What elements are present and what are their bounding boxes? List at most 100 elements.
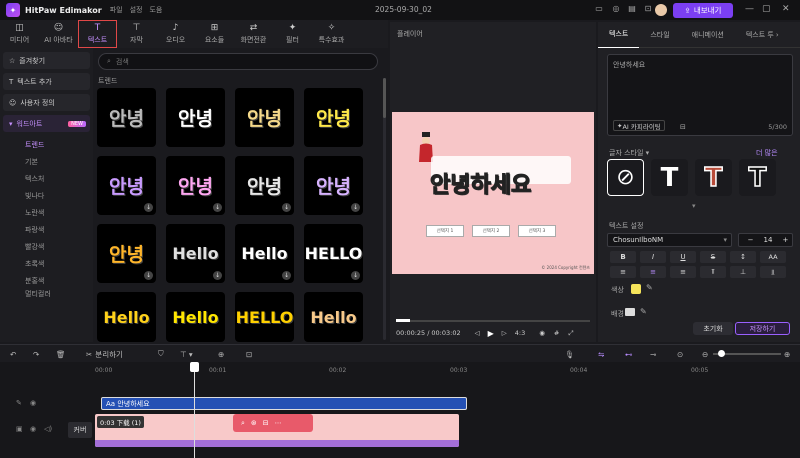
wordart-tile[interactable]: 안녕 (97, 88, 156, 147)
vertical-bottom-button[interactable]: ⫫ (760, 266, 786, 278)
time-ruler[interactable]: 00:00 00:01 00:02 00:03 00:04 00:05 (95, 364, 800, 374)
underline-button[interactable]: U (670, 251, 696, 263)
scrollbar-thumb[interactable] (383, 78, 386, 118)
crop-icon[interactable]: ⊡ (246, 348, 252, 360)
reset-button[interactable]: 초기화 (693, 322, 733, 335)
playback-progress-track[interactable] (396, 320, 590, 322)
wordart-tile[interactable]: 안녕 (304, 88, 363, 147)
wordart-tile[interactable]: 안녕 (235, 88, 294, 147)
nav-wordart[interactable]: ▾ 워드아트 NEW (3, 115, 90, 132)
download-icon[interactable]: ↓ (213, 203, 222, 212)
download-icon[interactable]: ↓ (282, 271, 291, 280)
wordart-tile[interactable]: HELLO ↓ (304, 224, 363, 283)
maximize-icon[interactable]: ▢ (762, 4, 771, 14)
prev-frame-icon[interactable]: ◁ (475, 329, 480, 337)
menu-settings[interactable]: 설정 (130, 5, 143, 15)
download-icon[interactable]: ↓ (144, 271, 153, 280)
preview-canvas[interactable]: 안녕하세요 선택지 1 선택지 2 선택지 3 © 2024 Copyright… (392, 112, 594, 274)
font-select[interactable]: ChosunIlboNM ▾ (607, 233, 732, 247)
wordart-tile[interactable]: Hello (166, 292, 225, 342)
wordart-tile[interactable]: Hello ↓ (166, 224, 225, 283)
wordart-tile[interactable]: 안녕 ↓ (97, 224, 156, 283)
tab-subtitle[interactable]: ⊤ 자막 (117, 20, 156, 48)
style-outline-black-button[interactable]: T (739, 159, 776, 196)
text-content-input[interactable]: 안녕하세요 ✦ AI 카피라이팅 ⊟ 5/300 (607, 54, 793, 136)
playhead[interactable] (194, 362, 195, 458)
italic-button[interactable]: I (640, 251, 666, 263)
align-left-button[interactable]: ≡ (610, 266, 636, 278)
freeze-icon[interactable]: ⊕ (218, 348, 224, 360)
timeline[interactable]: 00:00 00:01 00:02 00:03 00:04 00:05 ✎ ◉ … (0, 362, 800, 458)
uppercase-button[interactable]: AA (760, 251, 786, 263)
ai-copywriting-button[interactable]: ✦ AI 카피라이팅 (613, 120, 665, 131)
avatar[interactable] (655, 4, 667, 16)
tab-style[interactable]: 스타일 (639, 22, 680, 48)
snapshot-icon[interactable]: ◉ (539, 329, 545, 337)
wordart-tile[interactable]: HELLO (235, 292, 294, 342)
wordart-tile[interactable]: 안녕 (166, 88, 225, 147)
tab-text[interactable]: T 텍스트 (78, 20, 117, 48)
nav-sub-blue[interactable]: 파랑색 (3, 221, 90, 238)
bg-eyedropper-icon[interactable]: ✎ (640, 307, 647, 316)
marker-icon[interactable]: ⛉ (158, 348, 164, 360)
mic-icon[interactable]: 🎙 (565, 348, 575, 360)
eyedropper-icon[interactable]: ✎ (646, 283, 653, 292)
nav-sub-red[interactable]: 빨강색 (3, 238, 90, 255)
minus-icon[interactable]: − (748, 236, 754, 244)
menu-help[interactable]: 도움 (149, 5, 162, 15)
support-icon[interactable]: ◎ (610, 4, 622, 16)
nav-sub-pink[interactable]: 분홍색 (3, 272, 90, 289)
wordart-tile[interactable]: 안녕 ↓ (304, 156, 363, 215)
replace-icon[interactable]: ⊛ (251, 419, 257, 427)
download-icon[interactable]: ↓ (282, 203, 291, 212)
expand-styles-icon[interactable]: ▾ (692, 202, 696, 210)
tab-text-more[interactable]: 텍스트 투 (735, 22, 776, 48)
wordart-tile[interactable]: 안녕 ↓ (235, 156, 294, 215)
search-icon[interactable]: ⌕ (241, 419, 245, 428)
video-clip[interactable]: 0:03 下载 (1) ⌕ ⊛ ⊟ ⋯ (95, 414, 459, 447)
style-plain-button[interactable]: T (651, 159, 688, 196)
nav-sub-yellow[interactable]: 노란색 (3, 204, 90, 221)
tab-effects[interactable]: ✧ 특수효과 (312, 20, 351, 48)
nav-add-text[interactable]: T 텍스트 추가 (3, 73, 90, 90)
download-icon[interactable]: ↓ (351, 271, 360, 280)
wordart-tile[interactable]: Hello (97, 292, 156, 342)
track-eye-icon[interactable]: ◉ (30, 425, 36, 433)
nav-sub-multicolor[interactable]: 멀티컬러 (3, 289, 90, 299)
grid-icon[interactable]: # (554, 329, 559, 337)
fit-icon[interactable]: ⊙ (677, 348, 683, 360)
more-icon[interactable]: ⋯ (275, 419, 282, 427)
chain-icon[interactable]: ⊸ (650, 348, 656, 360)
tab-media[interactable]: ◫ 미디어 (0, 20, 39, 48)
color-swatch[interactable] (631, 284, 641, 294)
close-icon[interactable]: ✕ (782, 4, 790, 14)
choice-button-3[interactable]: 선택지 3 (518, 225, 556, 237)
monitor-icon[interactable]: ▭ (593, 4, 605, 16)
track-lock-icon[interactable]: ▣ (16, 425, 23, 433)
vertical-middle-button[interactable]: ⊥ (730, 266, 756, 278)
tab-ai-avatar[interactable]: ☺ AI 아바타 (39, 20, 78, 48)
download-icon[interactable]: ↓ (351, 203, 360, 212)
redo-icon[interactable]: ↷ (33, 348, 39, 360)
zoom-out-icon[interactable]: ⊖ (702, 348, 708, 360)
link-icon[interactable]: ⊷ (625, 348, 633, 360)
cart-icon[interactable]: ⊡ (642, 4, 654, 16)
playhead-handle[interactable] (190, 362, 199, 372)
layout-icon[interactable]: ▤ (626, 4, 638, 16)
tab-text-props[interactable]: 텍스트 (598, 22, 640, 48)
preview-main-text[interactable]: 안녕하세요 (429, 167, 531, 199)
font-size-stepper[interactable]: − 14 + (738, 233, 793, 247)
export-button[interactable]: ⇪ 내보내기 (673, 3, 733, 18)
bg-swatch[interactable] (625, 308, 635, 316)
undo-icon[interactable]: ↶ (10, 348, 16, 360)
text-tool-icon[interactable]: ⊤ ▾ (180, 348, 193, 360)
cover-button[interactable]: 커버 (68, 422, 92, 438)
zoom-slider-thumb[interactable] (718, 350, 725, 357)
style-none-button[interactable]: ⊘ (607, 159, 644, 196)
delete-icon[interactable]: 🗑 (56, 348, 66, 360)
copy-icon[interactable]: ⊟ (263, 419, 269, 427)
zoom-in-icon[interactable]: ⊕ (784, 348, 790, 360)
wordart-tile[interactable]: Hello (304, 292, 363, 342)
tab-filter[interactable]: ✦ 필터 (273, 20, 312, 48)
more-link[interactable]: 더 많은 (756, 148, 778, 158)
